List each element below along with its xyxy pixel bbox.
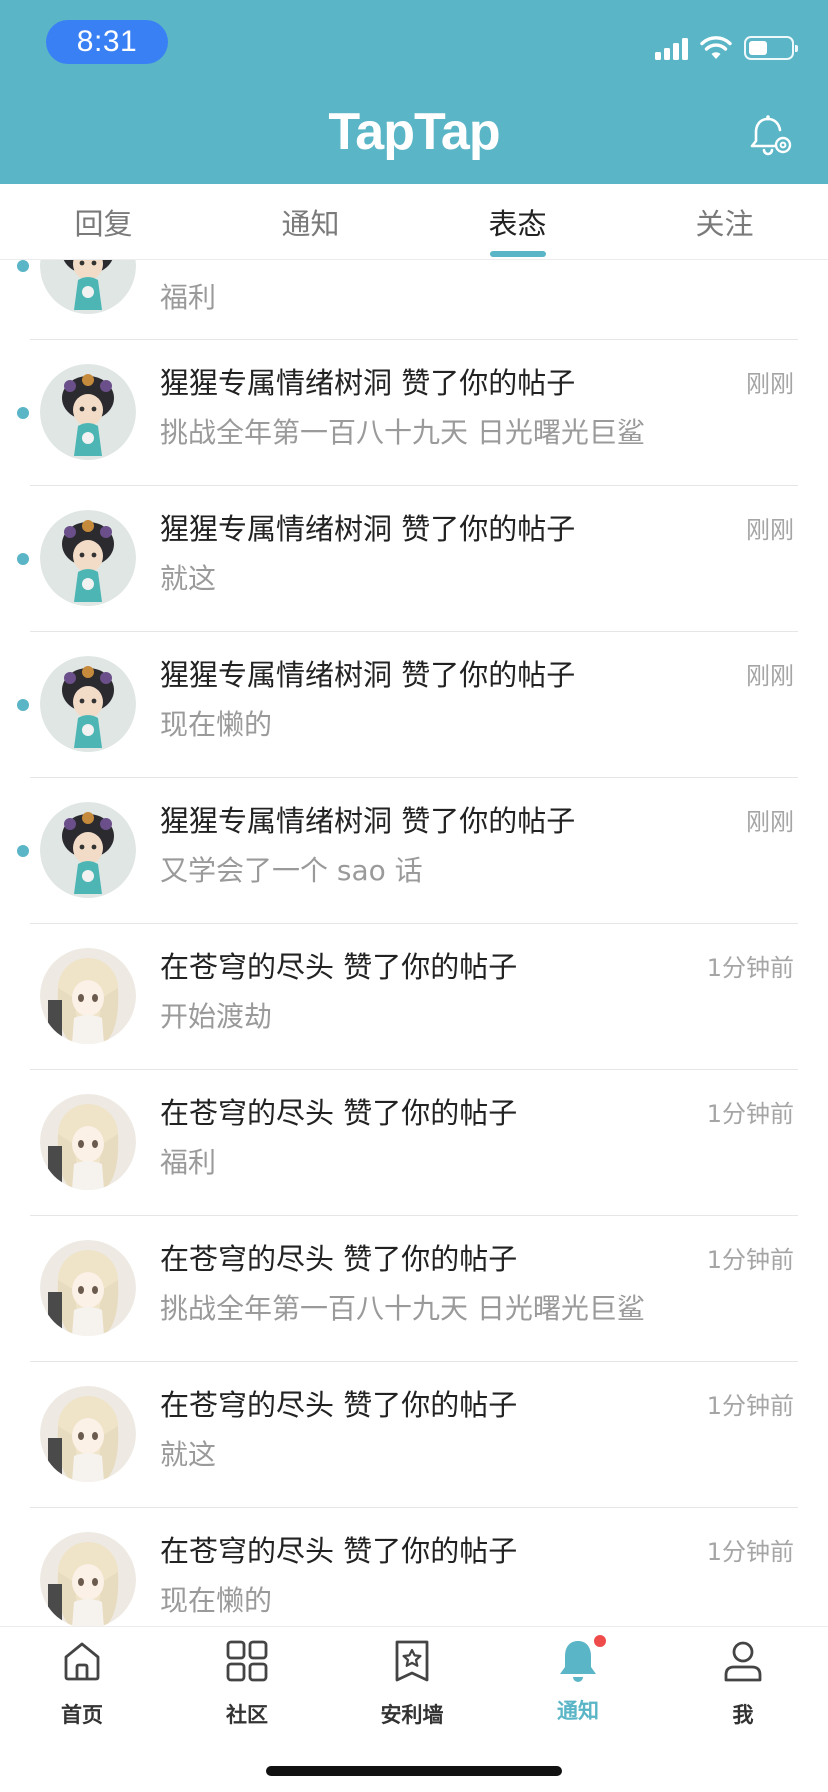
item-subtitle: 挑战全年第一百八十九天 日光曙光巨鲨	[160, 1292, 645, 1325]
item-time: 刚刚	[746, 370, 794, 398]
nav-me[interactable]: 我	[683, 1637, 803, 1729]
list-item[interactable]: 在苍穹的尽头 赞了你的帖子 福利 1分钟前	[0, 1070, 828, 1216]
item-title: 在苍穹的尽头 赞了你的帖子	[160, 1388, 518, 1422]
item-subtitle: 挑战全年第一百八十九天 日光曙光巨鲨	[160, 416, 645, 449]
tab-replies[interactable]: 回复	[0, 184, 207, 259]
unread-dot	[17, 407, 29, 419]
avatar[interactable]	[40, 364, 136, 460]
nav-community[interactable]: 社区	[187, 1637, 307, 1729]
nav-label: 安利墙	[380, 1703, 444, 1727]
item-title: 猩猩专属情绪树洞 赞了你的帖子	[160, 366, 576, 400]
nav-label: 我	[732, 1703, 754, 1727]
wifi-icon	[700, 36, 732, 59]
item-time: 1分钟前	[706, 1246, 794, 1274]
notification-settings-icon[interactable]	[748, 114, 794, 160]
item-time: 刚刚	[746, 516, 794, 544]
avatar[interactable]	[40, 260, 136, 314]
item-subtitle: 福利	[160, 281, 217, 314]
nav-recommend-wall[interactable]: 安利墙	[352, 1637, 472, 1729]
unread-dot	[17, 553, 29, 565]
header: 8:31 TapTap	[0, 0, 828, 184]
cellular-signal-icon	[655, 36, 688, 60]
avatar[interactable]	[40, 510, 136, 606]
avatar[interactable]	[40, 948, 136, 1044]
item-title: 猩猩专属情绪树洞 赞了你的帖子	[160, 804, 576, 838]
status-time: 8:31	[46, 20, 168, 64]
item-subtitle: 就这	[160, 562, 217, 595]
item-time: 刚刚	[746, 662, 794, 690]
avatar[interactable]	[40, 1532, 136, 1626]
nav-notifications[interactable]: 通知	[518, 1633, 638, 1725]
unread-dot	[17, 845, 29, 857]
item-subtitle: 现在懒的	[160, 708, 273, 741]
item-title: 在苍穹的尽头 赞了你的帖子	[160, 950, 518, 984]
tab-reactions[interactable]: 表态	[414, 184, 621, 259]
user-icon	[724, 1641, 762, 1682]
list-item[interactable]: 福利	[0, 260, 828, 340]
item-time: 1分钟前	[706, 1538, 794, 1566]
unread-dot	[17, 260, 29, 272]
avatar[interactable]	[40, 656, 136, 752]
tab-follows[interactable]: 关注	[621, 184, 828, 259]
nav-label: 社区	[226, 1703, 268, 1727]
item-title: 在苍穹的尽头 赞了你的帖子	[160, 1534, 518, 1568]
avatar[interactable]	[40, 1386, 136, 1482]
avatar[interactable]	[40, 1240, 136, 1336]
bell-icon-wrapper	[554, 1633, 608, 1685]
item-subtitle: 又学会了一个 sao 话	[160, 854, 423, 887]
item-time: 1分钟前	[706, 1100, 794, 1128]
nav-label: 首页	[61, 1703, 103, 1727]
item-time: 刚刚	[746, 808, 794, 836]
list-item[interactable]: 猩猩专属情绪树洞 赞了你的帖子 就这 刚刚	[0, 486, 828, 632]
list-item[interactable]: 在苍穹的尽头 赞了你的帖子 就这 1分钟前	[0, 1362, 828, 1508]
avatar[interactable]	[40, 1094, 136, 1190]
nav-home[interactable]: 首页	[22, 1637, 142, 1729]
item-subtitle: 开始渡劫	[160, 1000, 273, 1033]
list-item[interactable]: 在苍穹的尽头 赞了你的帖子 现在懒的 1分钟前	[0, 1508, 828, 1626]
list-item[interactable]: 猩猩专属情绪树洞 赞了你的帖子 挑战全年第一百八十九天 日光曙光巨鲨 刚刚	[0, 340, 828, 486]
list-item[interactable]: 猩猩专属情绪树洞 赞了你的帖子 现在懒的 刚刚	[0, 632, 828, 778]
avatar[interactable]	[40, 802, 136, 898]
list-item[interactable]: 在苍穹的尽头 赞了你的帖子 开始渡劫 1分钟前	[0, 924, 828, 1070]
battery-icon	[744, 36, 798, 60]
notification-badge	[592, 1633, 608, 1649]
grid-icon	[226, 1640, 268, 1682]
list-item[interactable]: 在苍穹的尽头 赞了你的帖子 挑战全年第一百八十九天 日光曙光巨鲨 1分钟前	[0, 1216, 828, 1362]
unread-dot	[17, 699, 29, 711]
item-time: 1分钟前	[706, 954, 794, 982]
item-subtitle: 现在懒的	[160, 1584, 273, 1617]
item-title: 猩猩专属情绪树洞 赞了你的帖子	[160, 512, 576, 546]
list-item[interactable]: 猩猩专属情绪树洞 赞了你的帖子 又学会了一个 sao 话 刚刚	[0, 778, 828, 924]
item-subtitle: 就这	[160, 1438, 217, 1471]
item-title: 在苍穹的尽头 赞了你的帖子	[160, 1096, 518, 1130]
home-indicator[interactable]	[266, 1766, 562, 1776]
item-title: 猩猩专属情绪树洞 赞了你的帖子	[160, 658, 576, 692]
status-icons	[655, 30, 798, 66]
tab-bar: 回复 通知 表态 关注	[0, 184, 828, 260]
nav-label: 通知	[557, 1699, 599, 1723]
star-bookmark-icon	[395, 1640, 429, 1682]
item-title: 在苍穹的尽头 赞了你的帖子	[160, 1242, 518, 1276]
item-time: 1分钟前	[706, 1392, 794, 1420]
tab-notices[interactable]: 通知	[207, 184, 414, 259]
item-subtitle: 福利	[160, 1146, 217, 1179]
app-logo-title: TapTap	[328, 103, 500, 161]
notification-list[interactable]: 福利 猩猩专属情绪树洞 赞了你的帖子 挑战全年第一百八十九天 日光曙光巨鲨 刚刚…	[0, 260, 828, 1626]
home-icon	[64, 1642, 100, 1681]
